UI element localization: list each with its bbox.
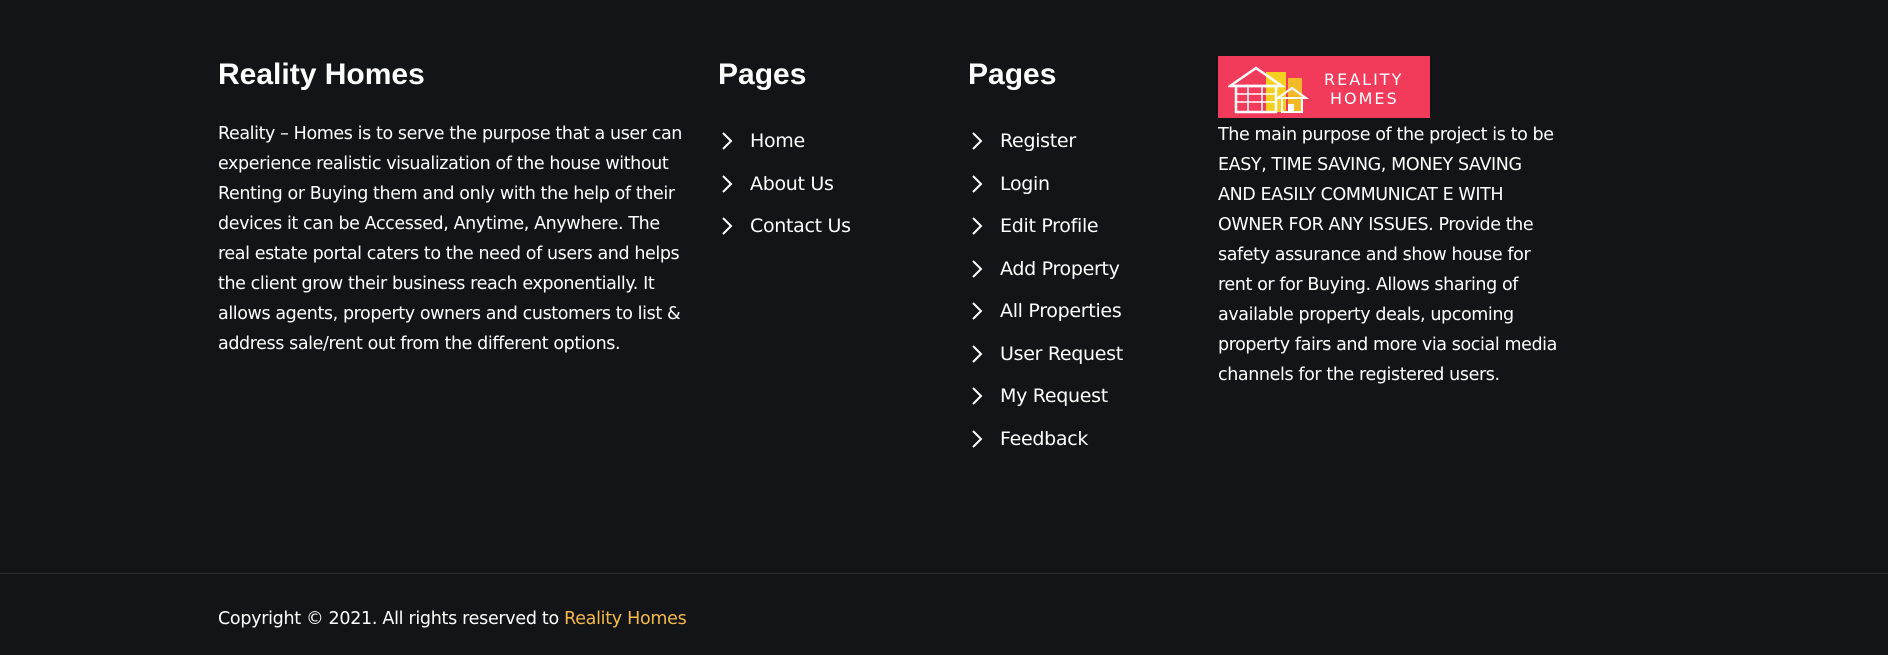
link-label: My Request [1000, 385, 1108, 408]
chevron-right-icon [970, 174, 984, 194]
chevron-right-icon [970, 259, 984, 279]
link-my-request[interactable]: My Request [968, 375, 1198, 418]
link-label: All Properties [1000, 300, 1122, 323]
copyright: Copyright © 2021. All rights reserved to… [218, 609, 687, 629]
brand-column: REALITY HOMES The main purpose of the pr… [1218, 56, 1558, 390]
footer-top: Reality Homes Reality – Homes is to serv… [0, 0, 1888, 573]
link-label: Feedback [1000, 427, 1089, 450]
pages-links-1: Home About Us Contact Us [718, 120, 938, 248]
link-label: Login [1000, 172, 1050, 195]
building-icon [1228, 66, 1310, 114]
pages-column-2: Pages Register Login Edit Profile Add Pr… [968, 56, 1198, 460]
copyright-text: Copyright © 2021. All rights reserved to [218, 609, 565, 629]
chevron-right-icon [720, 131, 734, 151]
chevron-right-icon [970, 429, 984, 449]
link-feedback[interactable]: Feedback [968, 418, 1198, 461]
link-label: User Request [1000, 342, 1123, 365]
link-label: Add Property [1000, 257, 1120, 280]
link-label: Register [1000, 130, 1076, 153]
about-title: Reality Homes [218, 58, 425, 91]
link-label: Home [750, 130, 805, 153]
link-home[interactable]: Home [718, 120, 938, 163]
link-label: Edit Profile [1000, 215, 1099, 238]
pages-title-2: Pages [968, 58, 1057, 91]
logo-line-1: REALITY [1324, 70, 1404, 89]
copyright-link[interactable]: Reality Homes [564, 609, 687, 629]
link-contact-us[interactable]: Contact Us [718, 205, 938, 248]
chevron-right-icon [720, 174, 734, 194]
link-login[interactable]: Login [968, 163, 1198, 206]
footer-bottom: Copyright © 2021. All rights reserved to… [0, 574, 1888, 655]
link-about-us[interactable]: About Us [718, 163, 938, 206]
chevron-right-icon [970, 216, 984, 236]
chevron-right-icon [970, 131, 984, 151]
chevron-right-icon [720, 216, 734, 236]
logo-text: REALITY HOMES [1318, 70, 1430, 108]
link-add-property[interactable]: Add Property [968, 248, 1198, 291]
pages-links-2: Register Login Edit Profile Add Property… [968, 120, 1198, 460]
brand-text: The main purpose of the project is to be… [1218, 125, 1557, 385]
about-text: Reality – Homes is to serve the purpose … [218, 124, 682, 354]
pages-column-1: Pages Home About Us Contact Us [718, 56, 938, 248]
logo-line-2: HOMES [1330, 89, 1399, 108]
brand-logo[interactable]: REALITY HOMES [1218, 56, 1430, 118]
chevron-right-icon [970, 301, 984, 321]
chevron-right-icon [970, 344, 984, 364]
link-all-properties[interactable]: All Properties [968, 290, 1198, 333]
link-label: Contact Us [750, 215, 851, 238]
link-label: About Us [750, 172, 834, 195]
about-column: Reality Homes Reality – Homes is to serv… [218, 56, 688, 359]
link-user-request[interactable]: User Request [968, 333, 1198, 376]
link-edit-profile[interactable]: Edit Profile [968, 205, 1198, 248]
chevron-right-icon [970, 386, 984, 406]
link-register[interactable]: Register [968, 120, 1198, 163]
pages-title-1: Pages [718, 58, 807, 91]
